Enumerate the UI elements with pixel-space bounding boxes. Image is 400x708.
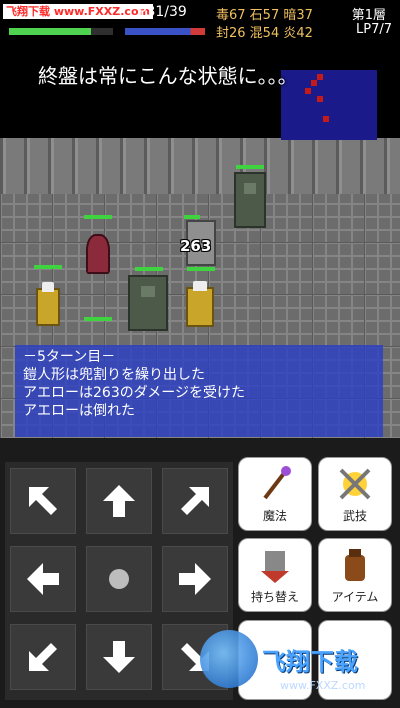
arrow-down-left-icon (29, 643, 57, 671)
log-line: 鎧人形は兜割りを繰り出した (23, 367, 205, 383)
move-down-button[interactable] (86, 624, 152, 690)
hp-bar (135, 267, 163, 271)
hp-bar (236, 165, 264, 169)
move-down-left-button[interactable] (10, 624, 76, 690)
resist-status-row1: 毒67 石57 暗37 (216, 8, 313, 23)
log-line: －5ターン目－ (23, 349, 116, 365)
watermark-url: www.FXXZ.com (280, 679, 366, 692)
minimap-cell (317, 96, 323, 102)
move-up-button[interactable] (86, 468, 152, 534)
watermark-brand: 飞翔下载 (262, 648, 358, 676)
floor-indicator: 第1層 (351, 8, 386, 23)
wait-button[interactable] (86, 546, 152, 612)
wait-dot-icon (109, 569, 129, 589)
watermark-logo-icon (200, 630, 258, 688)
golem-sprite (128, 275, 168, 331)
minimap-cell (311, 80, 317, 86)
swap-weapon-icon (261, 551, 289, 583)
arrow-down-icon (103, 641, 135, 673)
arrow-up-right-icon (181, 487, 209, 515)
hp-bar (34, 265, 62, 269)
hp-bar (187, 267, 215, 271)
site-watermark: 飞翔下载 www.FXXZ.com (3, 4, 153, 19)
skill-label: 武技 (342, 509, 367, 523)
arrow-up-left-icon (29, 487, 57, 515)
magic-label: 魔法 (262, 509, 287, 523)
hp-bar (84, 317, 112, 321)
dungeon-wall (0, 138, 400, 194)
lp-indicator: LP7/7 (355, 22, 392, 37)
swap-weapon-label: 持ち替え (250, 590, 299, 604)
ally-sprite (186, 281, 214, 327)
minimap-cell (323, 116, 329, 122)
minimap-cell (317, 74, 323, 80)
move-left-button[interactable] (10, 546, 76, 612)
minimap-cell (305, 88, 311, 94)
item-button[interactable]: アイテム (318, 538, 392, 612)
ally-sprite (36, 282, 60, 326)
mp-bar-fill (125, 28, 205, 35)
hp-text: P31/39 (138, 4, 187, 20)
magic-button[interactable]: 魔法 (238, 457, 312, 531)
log-line: アエローは263のダメージを受けた (23, 385, 246, 401)
hp-bar (184, 215, 200, 219)
heroine-sprite (86, 234, 110, 274)
swap-weapon-button[interactable]: 持ち替え (238, 538, 312, 612)
move-right-button[interactable] (162, 546, 228, 612)
bag-icon (345, 549, 365, 581)
damage-popup: 263 (180, 237, 212, 255)
mp-bar (125, 28, 205, 35)
hp-bar (9, 28, 113, 35)
screenshot-caption: 終盤は常にこんな状態に。。。 (38, 64, 298, 88)
arrow-up-icon (103, 485, 135, 517)
staff-icon (263, 466, 291, 500)
log-line: アエローは倒れた (23, 403, 135, 419)
arrow-right-icon (179, 563, 211, 595)
hp-bar-fill (9, 28, 92, 35)
golem-sprite (234, 172, 266, 228)
hp-bar (84, 215, 112, 219)
message-log: －5ターン目－ 鎧人形は兜割りを繰り出した アエローは263のダメージを受けた … (15, 345, 383, 437)
arrow-left-icon (27, 563, 59, 595)
move-up-right-button[interactable] (162, 468, 228, 534)
crossed-swords-icon (339, 468, 371, 500)
item-label: アイテム (331, 590, 379, 604)
direction-pad (5, 462, 233, 700)
skill-button[interactable]: 武技 (318, 457, 392, 531)
resist-status-row2: 封26 混54 炎42 (216, 26, 313, 41)
move-up-left-button[interactable] (10, 468, 76, 534)
hud: 飞翔下载 www.FXXZ.com P31/39 毒67 石57 暗37 封26… (0, 0, 400, 42)
